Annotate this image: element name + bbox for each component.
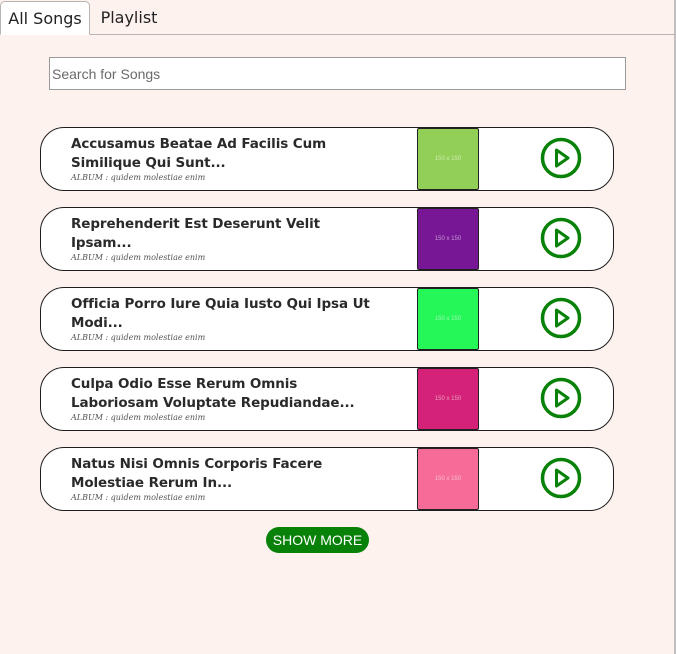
song-album: ALBUM : quidem molestiae enim [71, 493, 206, 502]
song-title: Officia Porro Iure Quia Iusto Qui Ipsa U… [71, 296, 370, 331]
album-thumbnail: 150 x 150 [417, 128, 479, 190]
play-circle-icon[interactable] [540, 457, 582, 499]
song-title: Reprehenderit Est Deserunt Velit Ipsam..… [71, 216, 321, 251]
song-card: Reprehenderit Est Deserunt Velit Ipsam..… [40, 207, 614, 271]
song-album: ALBUM : quidem molestiae enim [71, 253, 206, 262]
song-list: Accusamus Beatae Ad Facilis Cum Similiqu… [40, 127, 614, 527]
show-more-button[interactable]: SHOW MORE [266, 527, 369, 553]
song-info: Reprehenderit Est Deserunt Velit Ipsam..… [71, 208, 371, 270]
play-circle-icon[interactable] [540, 137, 582, 179]
album-thumbnail: 150 x 150 [417, 288, 479, 350]
song-card: Natus Nisi Omnis Corporis Facere Molesti… [40, 447, 614, 511]
album-thumbnail: 150 x 150 [417, 208, 479, 270]
song-info: Officia Porro Iure Quia Iusto Qui Ipsa U… [71, 288, 371, 350]
album-thumbnail: 150 x 150 [417, 448, 479, 510]
play-circle-icon[interactable] [540, 297, 582, 339]
song-title: Culpa Odio Esse Rerum Omnis Laboriosam V… [71, 376, 355, 411]
song-album: ALBUM : quidem molestiae enim [71, 333, 206, 342]
song-card: Accusamus Beatae Ad Facilis Cum Similiqu… [40, 127, 614, 191]
tab-playlist[interactable]: Playlist [95, 1, 163, 34]
tab-bar: All Songs Playlist [0, 0, 676, 35]
play-circle-icon[interactable] [540, 217, 582, 259]
song-title: Natus Nisi Omnis Corporis Facere Molesti… [71, 456, 323, 491]
song-album: ALBUM : quidem molestiae enim [71, 173, 206, 182]
album-thumbnail: 150 x 150 [417, 368, 479, 430]
song-info: Culpa Odio Esse Rerum Omnis Laboriosam V… [71, 368, 371, 430]
thumbnail-placeholder-label: 150 x 150 [434, 236, 462, 242]
song-title: Accusamus Beatae Ad Facilis Cum Similiqu… [71, 136, 327, 171]
song-info: Natus Nisi Omnis Corporis Facere Molesti… [71, 448, 371, 510]
thumbnail-placeholder-label: 150 x 150 [434, 156, 462, 162]
song-card: Officia Porro Iure Quia Iusto Qui Ipsa U… [40, 287, 614, 351]
search-input[interactable] [49, 57, 626, 90]
song-album: ALBUM : quidem molestiae enim [71, 413, 206, 422]
thumbnail-placeholder-label: 150 x 150 [434, 316, 462, 322]
play-circle-icon[interactable] [540, 377, 582, 419]
thumbnail-placeholder-label: 150 x 150 [434, 476, 462, 482]
tab-all-songs[interactable]: All Songs [0, 1, 90, 35]
thumbnail-placeholder-label: 150 x 150 [434, 396, 462, 402]
song-card: Culpa Odio Esse Rerum Omnis Laboriosam V… [40, 367, 614, 431]
song-info: Accusamus Beatae Ad Facilis Cum Similiqu… [71, 128, 371, 190]
